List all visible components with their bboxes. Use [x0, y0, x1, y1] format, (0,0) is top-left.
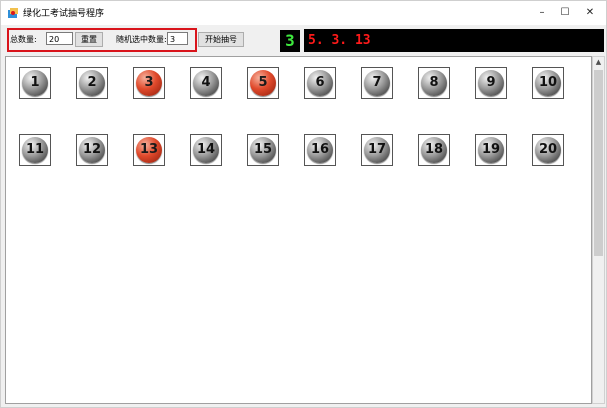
start-draw-button[interactable]: 开始抽号	[198, 32, 244, 47]
number-label: 14	[196, 142, 216, 157]
scroll-thumb[interactable]	[594, 70, 603, 256]
number-label: 3	[144, 75, 154, 90]
number-tile[interactable]: 7	[361, 67, 393, 99]
app-window: 绿化工考试抽号程序 – ☐ ✕ 总数量: 20 重置 随机选中数量: 3 开始抽…	[0, 0, 607, 408]
number-tile[interactable]: 14	[190, 134, 222, 166]
number-label: 18	[424, 142, 444, 157]
vertical-scrollbar[interactable]: ▲	[592, 56, 605, 404]
number-tile[interactable]: 15	[247, 134, 279, 166]
number-tile[interactable]: 8	[418, 67, 450, 99]
ball-icon: 1	[22, 70, 48, 96]
number-tile[interactable]: 17	[361, 134, 393, 166]
number-tile[interactable]: 18	[418, 134, 450, 166]
number-label: 12	[82, 142, 102, 157]
selected-ball-icon: 13	[136, 137, 162, 163]
minimize-button[interactable]: –	[531, 4, 553, 22]
ball-icon: 19	[478, 137, 504, 163]
number-label: 6	[315, 75, 325, 90]
ball-icon: 8	[421, 70, 447, 96]
ball-icon: 16	[307, 137, 333, 163]
ball-icon: 17	[364, 137, 390, 163]
number-tile[interactable]: 1	[19, 67, 51, 99]
number-label: 16	[310, 142, 330, 157]
number-tile[interactable]: 4	[190, 67, 222, 99]
number-label: 5	[258, 75, 268, 90]
number-tile[interactable]: 13	[133, 134, 165, 166]
count-display: 3	[280, 30, 300, 52]
number-tile[interactable]: 5	[247, 67, 279, 99]
number-tile[interactable]: 3	[133, 67, 165, 99]
ball-icon: 10	[535, 70, 561, 96]
number-tile[interactable]: 6	[304, 67, 336, 99]
window-title: 绿化工考试抽号程序	[23, 9, 105, 19]
number-label: 15	[253, 142, 273, 157]
number-label: 7	[372, 75, 382, 90]
number-label: 13	[139, 142, 159, 157]
number-label: 11	[25, 142, 45, 157]
ball-icon: 9	[478, 70, 504, 96]
number-label: 20	[538, 142, 558, 157]
title-bar[interactable]: 绿化工考试抽号程序 – ☐ ✕	[1, 1, 606, 25]
ball-icon: 2	[79, 70, 105, 96]
ball-icon: 18	[421, 137, 447, 163]
number-label: 4	[201, 75, 211, 90]
number-tile[interactable]: 10	[532, 67, 564, 99]
ball-icon: 15	[250, 137, 276, 163]
ball-icon: 14	[193, 137, 219, 163]
number-tile[interactable]: 20	[532, 134, 564, 166]
selected-ball-icon: 3	[136, 70, 162, 96]
number-label: 9	[486, 75, 496, 90]
number-tile[interactable]: 2	[76, 67, 108, 99]
number-label: 8	[429, 75, 439, 90]
ball-icon: 4	[193, 70, 219, 96]
number-tile[interactable]: 16	[304, 134, 336, 166]
highlight-box	[7, 28, 197, 52]
app-icon	[8, 8, 18, 18]
scroll-up-arrow-icon[interactable]: ▲	[593, 57, 604, 68]
number-label: 10	[538, 75, 558, 90]
number-tile[interactable]: 9	[475, 67, 507, 99]
number-label: 1	[30, 75, 40, 90]
selected-ball-icon: 5	[250, 70, 276, 96]
ball-icon: 11	[22, 137, 48, 163]
close-button[interactable]: ✕	[579, 4, 601, 22]
number-tile[interactable]: 11	[19, 134, 51, 166]
ball-icon: 20	[535, 137, 561, 163]
ball-icon: 12	[79, 137, 105, 163]
result-display: 5. 3. 13	[304, 29, 604, 52]
ball-icon: 7	[364, 70, 390, 96]
number-tile[interactable]: 19	[475, 134, 507, 166]
ball-icon: 6	[307, 70, 333, 96]
number-label: 17	[367, 142, 387, 157]
number-tile[interactable]: 12	[76, 134, 108, 166]
number-label: 19	[481, 142, 501, 157]
maximize-button[interactable]: ☐	[554, 4, 576, 22]
number-label: 2	[87, 75, 97, 90]
number-panel: 1 2 3 4 5 6 7 8 9 10 11 12 13 14 15 16 17 18 19 20	[5, 56, 592, 404]
